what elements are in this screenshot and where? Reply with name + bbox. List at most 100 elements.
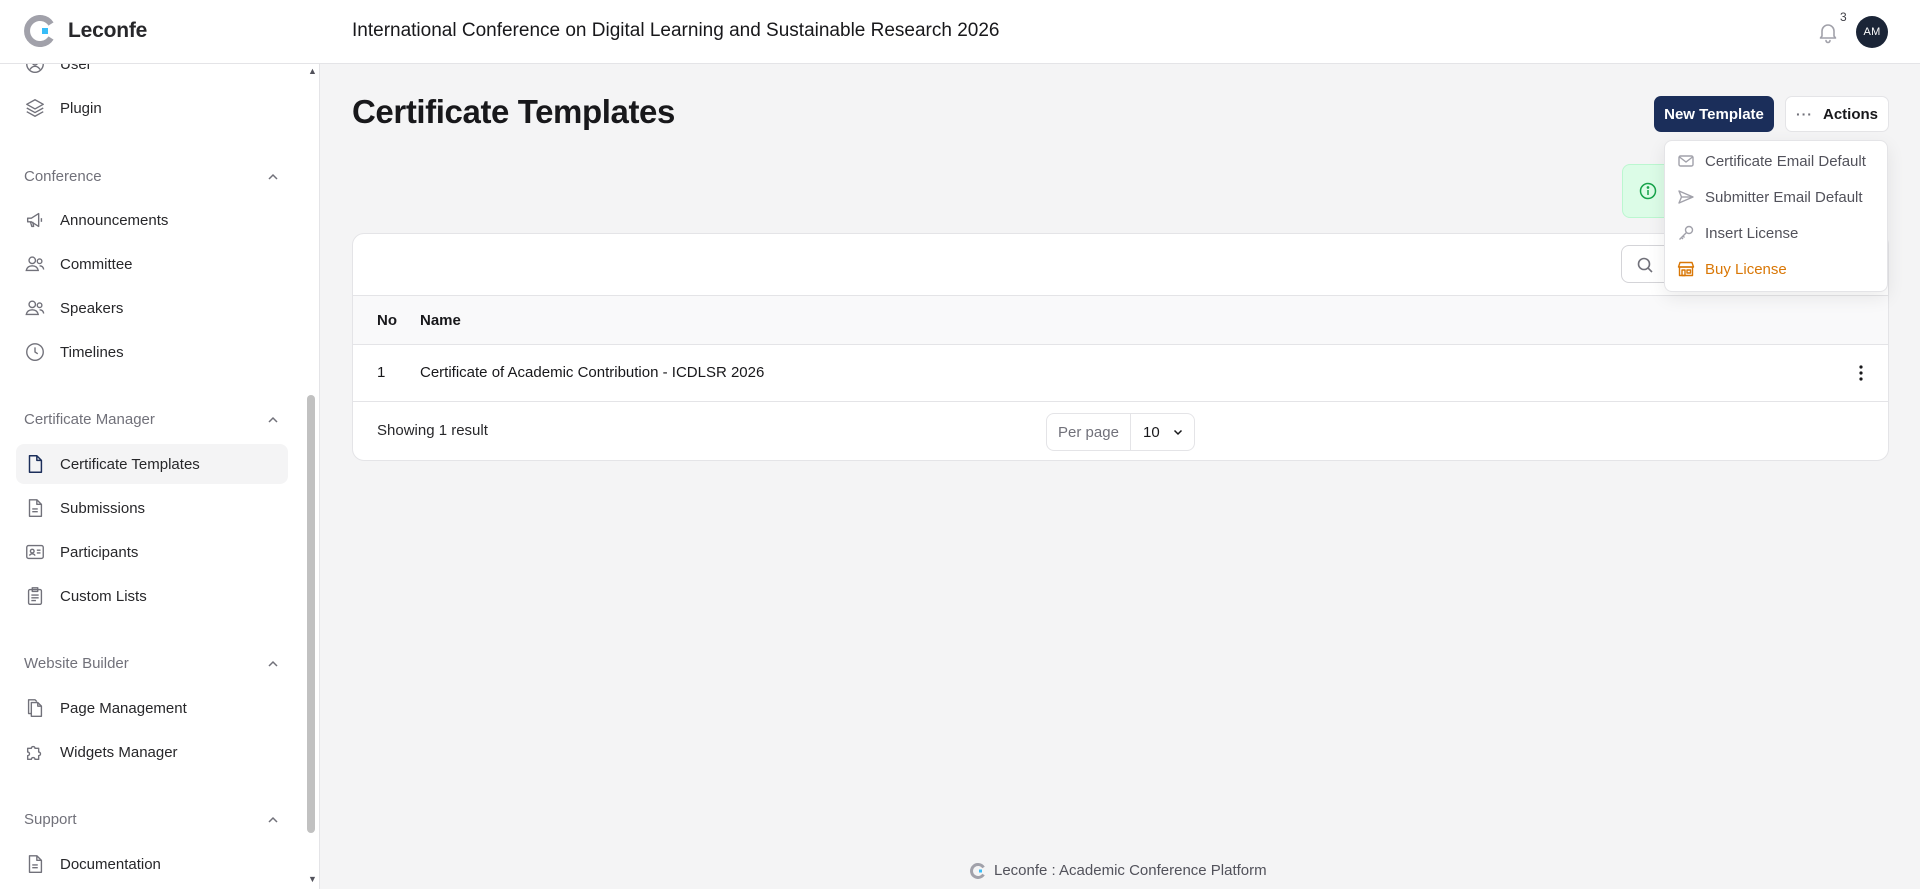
sidebar-item-label: Certificate Templates	[60, 455, 200, 473]
users-icon	[25, 256, 45, 272]
menu-item-buy-license[interactable]: Buy License	[1677, 260, 1787, 278]
sidebar-item-user[interactable]: User	[16, 64, 288, 84]
user-icon	[26, 64, 44, 73]
chevron-up-icon	[268, 416, 278, 423]
chevron-up-icon	[268, 173, 278, 180]
templates-table-card: No Name 1 Certificate of Academic Contri…	[352, 233, 1889, 461]
sidebar-item-label: Announcements	[60, 211, 169, 229]
footer-text: Leconfe : Academic Conference Platform	[994, 862, 1267, 879]
menu-item-insert-license[interactable]: Insert License	[1677, 224, 1798, 242]
sidebar-item-label: Committee	[60, 255, 133, 273]
group-support[interactable]: Support	[24, 811, 280, 828]
chevron-up-icon	[268, 660, 278, 667]
page-title: Certificate Templates	[352, 93, 675, 130]
sidebar-item-label: Plugin	[60, 99, 102, 117]
sidebar-item-page-management[interactable]: Page Management	[16, 688, 288, 728]
sidebar-item-custom-lists[interactable]: Custom Lists	[16, 576, 288, 616]
group-title: Support	[24, 811, 77, 828]
sidebar-item-committee[interactable]: Committee	[16, 244, 288, 284]
column-header-name[interactable]: Name	[420, 312, 461, 329]
document-icon	[28, 455, 43, 473]
documents-icon	[27, 699, 43, 717]
scroll-up-arrow-icon[interactable]: ▲	[308, 66, 317, 76]
results-summary: Showing 1 result	[377, 422, 488, 439]
clock-icon	[26, 343, 44, 361]
sidebar-item-widgets-manager[interactable]: Widgets Manager	[16, 732, 288, 772]
per-page-select[interactable]: Per page 10	[1046, 413, 1195, 451]
menu-item-label: Insert License	[1705, 224, 1799, 242]
menu-item-label: Buy License	[1705, 260, 1787, 278]
envelope-icon	[1678, 155, 1694, 167]
cell-name: Certificate of Academic Contribution - I…	[420, 364, 765, 381]
actions-label: Actions	[1822, 105, 1878, 123]
group-title: Certificate Manager	[24, 411, 155, 428]
page-footer: Leconfe : Academic Conference Platform	[970, 862, 1267, 879]
sidebar-item-label: Speakers	[60, 299, 124, 317]
document-text-icon	[28, 499, 43, 517]
sidebar-item-label: Custom Lists	[60, 587, 147, 605]
new-template-button[interactable]: New Template	[1654, 96, 1774, 132]
leconfe-logo-icon	[24, 15, 54, 47]
per-page-label: Per page	[1047, 414, 1131, 450]
menu-item-label: Submitter Email Default	[1705, 188, 1863, 206]
sidebar-item-documentation[interactable]: Documentation	[16, 844, 288, 884]
paper-airplane-icon	[1678, 190, 1694, 204]
chevron-down-icon	[1173, 429, 1182, 436]
layers-icon	[26, 99, 44, 117]
user-avatar[interactable]: AM	[1856, 16, 1888, 48]
notification-count: 3	[1840, 10, 1847, 24]
sidebar-item-timelines[interactable]: Timelines	[16, 332, 288, 372]
sidebar-item-label: Page Management	[60, 699, 187, 717]
megaphone-icon	[26, 212, 43, 228]
key-icon	[1679, 225, 1694, 240]
info-circle-icon	[1639, 182, 1657, 200]
column-header-no[interactable]: No	[377, 312, 397, 329]
sidebar-item-label: Widgets Manager	[60, 743, 178, 761]
app-logo[interactable]: Leconfe	[24, 15, 147, 47]
id-card-icon	[26, 544, 44, 560]
sidebar-item-label: Timelines	[60, 343, 124, 361]
group-title: Website Builder	[24, 655, 129, 672]
sidebar-item-certificate-templates[interactable]: Certificate Templates	[16, 444, 288, 484]
group-conference[interactable]: Conference	[24, 168, 280, 185]
sidebar-item-announcements[interactable]: Announcements	[16, 200, 288, 240]
search-icon	[1637, 257, 1653, 273]
table-footer: Showing 1 result Per page 10	[353, 402, 1888, 460]
per-page-dropdown[interactable]: 10	[1131, 414, 1194, 450]
sidebar: User Plugin Conference Announcements Com…	[0, 64, 320, 889]
group-title: Conference	[24, 168, 102, 185]
chevron-up-icon	[268, 816, 278, 823]
shop-icon	[1677, 261, 1695, 277]
sidebar-item-label: User	[60, 64, 92, 73]
sidebar-scrollbar-thumb[interactable]	[307, 395, 315, 833]
users-icon	[25, 300, 45, 316]
document-text-icon	[28, 855, 43, 873]
actions-dropdown-menu: Certificate Email Default Submitter Emai…	[1664, 140, 1888, 292]
table-row[interactable]: 1 Certificate of Academic Contribution -…	[353, 345, 1888, 402]
menu-item-submitter-email-default[interactable]: Submitter Email Default	[1677, 188, 1863, 206]
scroll-down-arrow-icon[interactable]: ▼	[308, 874, 317, 884]
table-header: No Name	[353, 295, 1888, 345]
cell-no: 1	[377, 364, 386, 381]
more-vertical-icon[interactable]	[1851, 363, 1871, 383]
group-website-builder[interactable]: Website Builder	[24, 655, 280, 672]
menu-item-label: Certificate Email Default	[1705, 152, 1866, 170]
sidebar-item-participants[interactable]: Participants	[16, 532, 288, 572]
bell-icon[interactable]	[1816, 20, 1840, 44]
sidebar-item-speakers[interactable]: Speakers	[16, 288, 288, 328]
sidebar-item-label: Participants	[60, 543, 139, 561]
puzzle-icon	[26, 745, 42, 761]
sidebar-item-submissions[interactable]: Submissions	[16, 488, 288, 528]
clipboard-list-icon	[27, 587, 43, 605]
leconfe-logo-icon	[970, 862, 985, 879]
sidebar-item-label: Submissions	[60, 499, 146, 517]
ellipsis-icon: ···	[1795, 106, 1813, 122]
actions-button[interactable]: ··· Actions	[1785, 96, 1889, 132]
per-page-value: 10	[1143, 423, 1160, 441]
menu-item-certificate-email-default[interactable]: Certificate Email Default	[1677, 152, 1866, 170]
app-name: Leconfe	[68, 19, 148, 42]
conference-title: International Conference on Digital Lear…	[352, 20, 1000, 41]
group-certificate-manager[interactable]: Certificate Manager	[24, 411, 280, 428]
sidebar-item-label: Documentation	[60, 855, 161, 873]
sidebar-item-plugin[interactable]: Plugin	[16, 88, 288, 128]
